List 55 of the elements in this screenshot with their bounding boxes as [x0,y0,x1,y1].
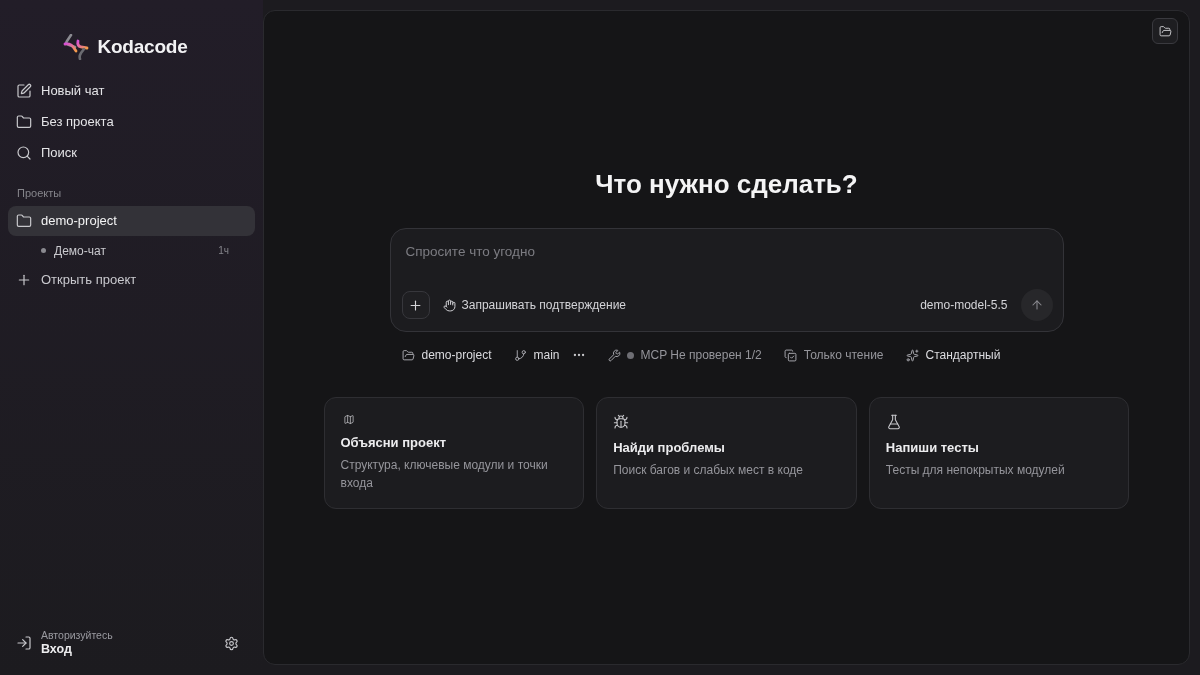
status-chip[interactable]: MCP Не проверен 1/2 [607,346,762,364]
wrench-icon [607,348,621,362]
status-chip[interactable]: main [513,346,560,364]
flask-icon [885,414,902,430]
card-title: Напиши тесты [885,440,979,456]
login-button[interactable]: Авторизуйтесь Вход [16,629,113,657]
open-folder-button[interactable] [1152,18,1178,44]
folder-icon [16,114,32,130]
folder-icon [16,212,32,229]
hand-icon [442,298,456,312]
card-description: Поиск багов и слабых мест в коде [613,462,804,479]
suggestion-card[interactable]: Найди проблемы Поиск багов и слабых мест в коде [596,397,857,509]
settings-icon [223,635,239,651]
open-project-button[interactable]: Открыть проект [8,264,255,296]
status-chip[interactable]: Только чтение [783,346,884,364]
chat-item[interactable]: Демо-чат 1ч [8,236,255,265]
nav-item[interactable]: Новый чат [8,75,255,107]
approval-button[interactable]: Запрашивать подтверждение [442,296,627,314]
login-hint: Авторизуйтесь [41,629,113,642]
message-input[interactable]: Спросите что угодно [401,242,1053,263]
bug-icon [613,414,630,430]
branch-icon [513,348,527,362]
attach-button[interactable] [401,291,430,319]
send-button[interactable] [1020,289,1053,321]
page-title: Что нужно сделать? [595,168,858,200]
status-chip[interactable]: Стандартный [905,346,1001,364]
project-item[interactable]: demo-project [8,205,255,236]
logo-icon [63,34,90,61]
folder-icon [1158,24,1172,38]
nav-item[interactable]: Без проекта [8,106,255,138]
bullet-icon [41,248,46,253]
plus-icon [408,297,423,313]
card-title: Найди проблемы [613,440,725,456]
brand-name: Kodacode [97,35,188,59]
login-label: Вход [41,642,73,657]
card-description: Тесты для непокрытых модулей [885,462,1066,479]
folder-icon [401,348,415,362]
card-title: Объясни проект [340,435,447,451]
settings-button[interactable] [222,634,240,652]
nav-item[interactable]: Поиск [8,137,255,169]
chat-title: Демо-чат [54,242,106,260]
model-selector[interactable]: demo-model-5.5 [920,296,1008,314]
card-description: Структура, ключевые модули и точки входа [340,457,549,492]
suggestion-card[interactable]: Напиши тесты Тесты для непокрытых модулей [868,397,1130,509]
login-icon [16,635,32,651]
edit-icon [16,83,32,99]
arrow-up-icon [1029,298,1044,312]
search-icon [16,145,32,161]
section-heading: Проекты [16,185,63,200]
sparkles-icon [905,348,919,362]
chat-time: 1ч [218,244,229,258]
plus-icon [16,272,32,288]
copy-check-icon [783,348,797,362]
suggestion-card[interactable]: Объясни проект Структура, ключевые модули и точки входа [323,397,585,509]
status-chip[interactable]: demo-project [401,346,492,364]
